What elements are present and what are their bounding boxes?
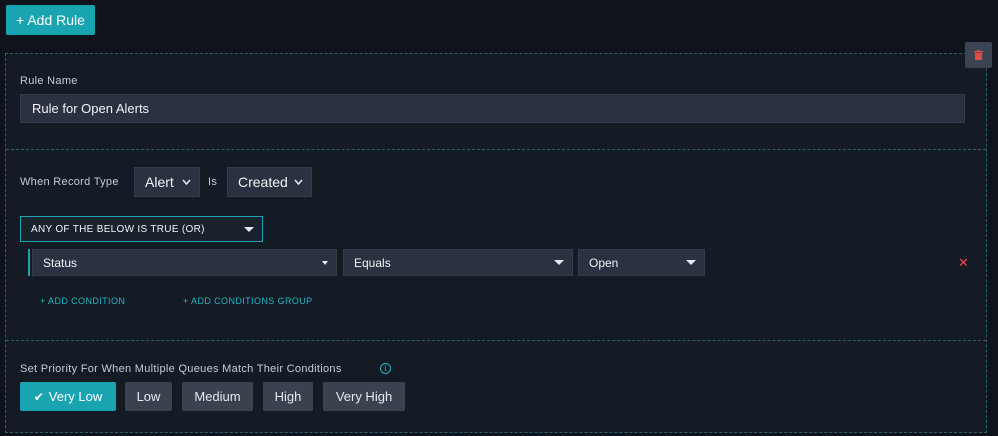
caret-down-icon (686, 260, 696, 265)
priority-high-button[interactable]: High (263, 382, 313, 411)
priority-option-label: High (274, 389, 302, 404)
condition-field-select[interactable]: Status (32, 249, 337, 276)
record-type-select[interactable]: Alert (134, 167, 200, 197)
caret-down-icon (554, 260, 564, 265)
condition-value-select[interactable]: Open (578, 249, 705, 276)
caret-down-icon (322, 260, 328, 265)
condition-operator-value: Equals (354, 255, 391, 270)
caret-down-icon (244, 226, 254, 232)
rule-name-input[interactable]: Rule for Open Alerts (20, 94, 965, 123)
priority-option-label: Very Low (48, 389, 103, 404)
is-label: Is (208, 176, 218, 188)
event-value: Created (238, 174, 288, 190)
priority-medium-button[interactable]: Medium (182, 382, 253, 411)
add-condition-link[interactable]: + ADD CONDITION (40, 296, 125, 306)
condition-operator-select[interactable]: Equals (343, 249, 573, 276)
info-icon[interactable]: i (380, 363, 391, 374)
rule-name-label: Rule Name (20, 75, 78, 87)
condition-value: Open (589, 255, 619, 270)
logic-operator-value: ANY OF THE BELOW IS TRUE (OR) (31, 223, 205, 235)
when-record-type-label: When Record Type (20, 176, 119, 188)
logic-operator-select[interactable]: ANY OF THE BELOW IS TRUE (OR) (20, 216, 263, 242)
priority-very-high-button[interactable]: Very High (323, 382, 405, 411)
priority-option-label: Very High (335, 389, 393, 404)
checkmark-icon: ✔ (33, 389, 44, 404)
priority-low-button[interactable]: Low (125, 382, 172, 411)
add-conditions-group-link[interactable]: + ADD CONDITIONS GROUP (183, 296, 313, 306)
event-select[interactable]: Created (227, 167, 312, 197)
condition-group-bar (28, 249, 30, 276)
priority-label: Set Priority For When Multiple Queues Ma… (20, 363, 342, 375)
priority-option-label: Medium (194, 389, 241, 404)
chevron-down-icon (182, 179, 191, 185)
chevron-down-icon (294, 179, 303, 185)
priority-option-label: Low (136, 389, 161, 404)
record-type-value: Alert (145, 174, 174, 190)
condition-field-value: Status (43, 255, 78, 270)
priority-very-low-button[interactable]: ✔ Very Low (20, 382, 116, 411)
remove-condition-icon[interactable]: ✕ (958, 255, 969, 271)
add-rule-button[interactable]: + Add Rule (6, 5, 95, 35)
